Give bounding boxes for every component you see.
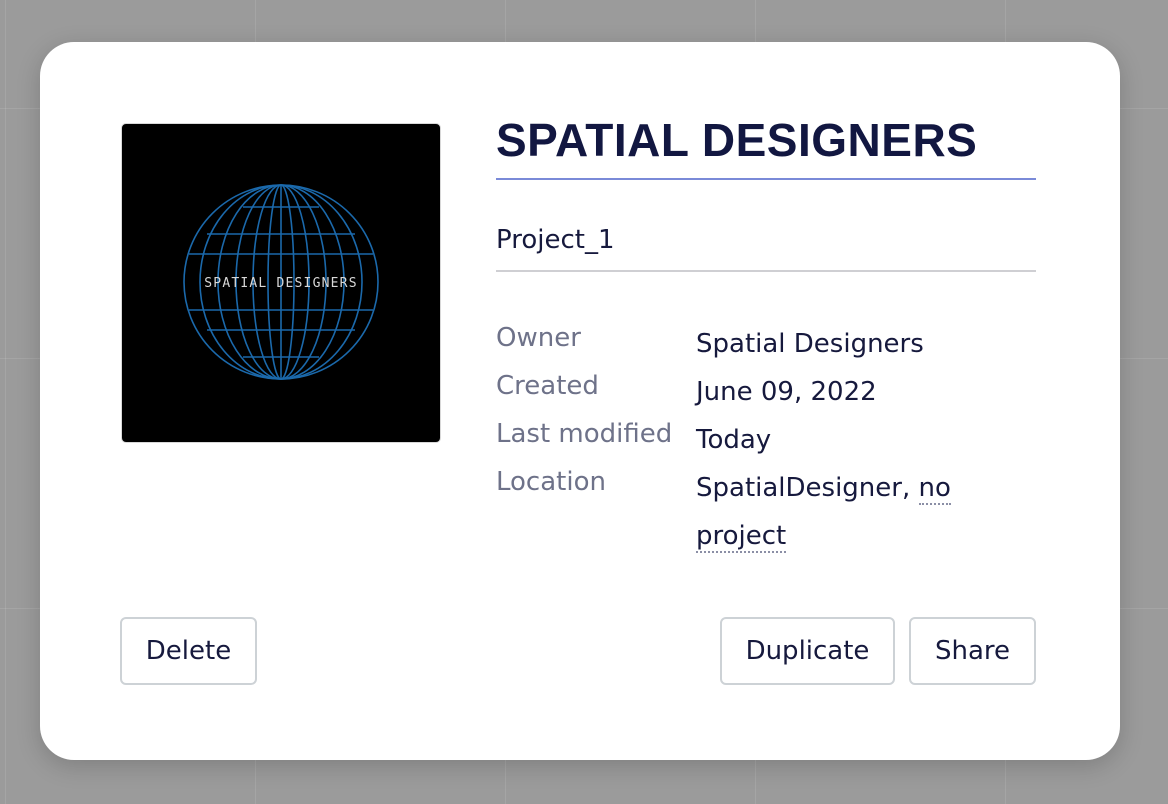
project-thumbnail: SPATIAL DESIGNERS — [121, 123, 441, 443]
share-button[interactable]: Share — [909, 617, 1036, 685]
last-modified-value: Today — [696, 425, 772, 455]
globe-wireframe-icon: SPATIAL DESIGNERS — [183, 184, 379, 380]
created-label: Created — [496, 371, 599, 401]
location-value: SpatialDesigner, — [696, 473, 911, 503]
thumbnail-logo-text: SPATIAL DESIGNERS — [204, 276, 357, 291]
location-project-link-part1[interactable]: no — [918, 473, 951, 505]
last-modified-label: Last modified — [496, 419, 673, 449]
delete-button[interactable]: Delete — [120, 617, 257, 685]
project-name-field[interactable]: Project_1 — [496, 220, 1036, 272]
created-value: June 09, 2022 — [696, 377, 877, 407]
location-value-line1: SpatialDesigner, no — [696, 464, 951, 512]
owner-label: Owner — [496, 323, 581, 353]
project-info-dialog: SPATIAL DESIGNERS SPATIAL DESIGNERS Proj… — [40, 42, 1120, 760]
location-label: Location — [496, 467, 606, 497]
location-value-line2: project — [696, 512, 787, 560]
project-title: SPATIAL DESIGNERS — [496, 112, 1036, 180]
owner-value: Spatial Designers — [696, 329, 924, 359]
duplicate-button[interactable]: Duplicate — [720, 617, 895, 685]
location-project-link-part2[interactable]: project — [696, 521, 787, 553]
